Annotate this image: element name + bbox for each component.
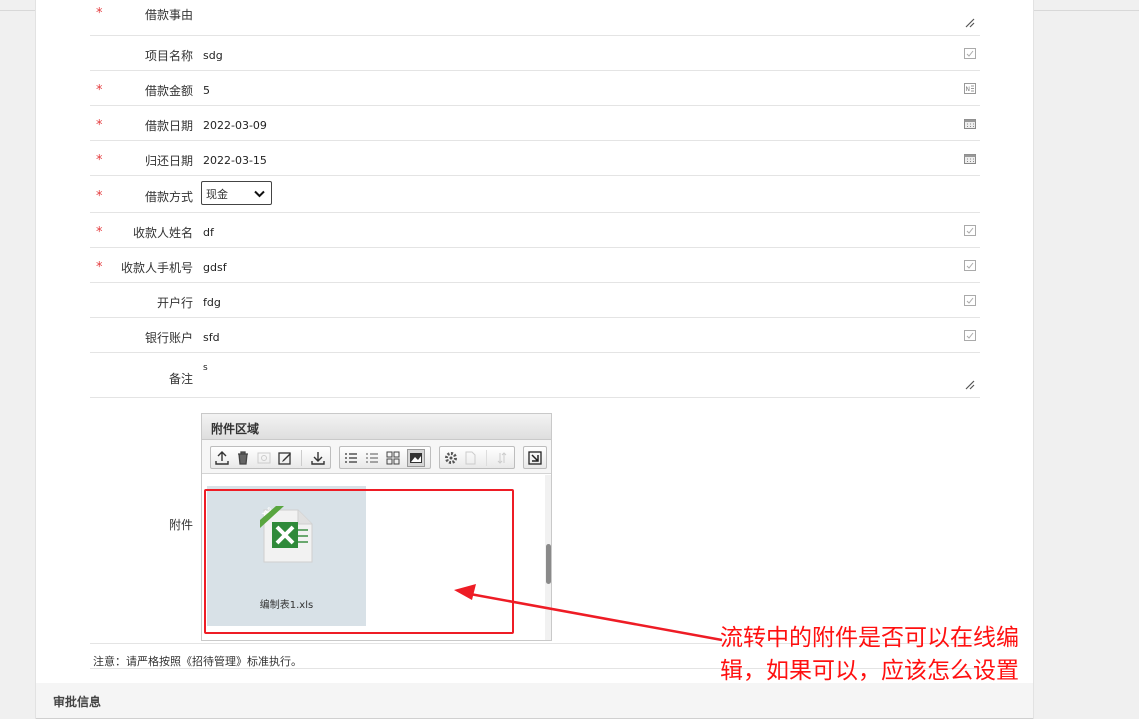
attachment-panel-title: 附件区域 bbox=[202, 414, 551, 440]
label-loan-reason: 借款事由 bbox=[144, 8, 193, 22]
toolbar-group-view bbox=[339, 446, 431, 469]
label-attachments: 附件 bbox=[169, 518, 194, 532]
download-icon[interactable] bbox=[310, 450, 326, 466]
label-payee-phone: 收款人手机号 bbox=[120, 261, 193, 275]
copy-icon bbox=[462, 450, 478, 466]
edit-icon[interactable] bbox=[277, 450, 293, 466]
label-payee-name: 收款人姓名 bbox=[132, 226, 193, 240]
resize-handle-icon[interactable] bbox=[964, 379, 976, 390]
remark-textarea[interactable]: s bbox=[203, 363, 208, 373]
row-payee-name: * 收款人姓名 df bbox=[90, 213, 980, 248]
calendar-icon[interactable] bbox=[964, 118, 976, 129]
preview-icon bbox=[256, 450, 272, 466]
row-loan-method: * 借款方式 现金 bbox=[90, 176, 980, 213]
row-loan-reason: * 借款事由 bbox=[90, 0, 980, 36]
sort-icon bbox=[494, 450, 510, 466]
loan-method-selected: 现金 bbox=[206, 188, 228, 201]
label-bank-account: 银行账户 bbox=[144, 331, 193, 345]
toolbar-group-file bbox=[210, 446, 331, 469]
annotation-highlight-box bbox=[204, 489, 514, 634]
label-loan-amount: 借款金额 bbox=[144, 84, 193, 98]
project-name-input[interactable]: sdg bbox=[203, 49, 223, 62]
section-approval-info[interactable]: 审批信息 bbox=[36, 683, 1033, 719]
row-remark: 备注 s bbox=[90, 353, 980, 398]
grid-view-icon[interactable] bbox=[385, 450, 401, 466]
loan-reason-textarea[interactable] bbox=[198, 0, 980, 35]
label-return-date: 归还日期 bbox=[144, 154, 193, 168]
svg-text:N: N bbox=[966, 86, 971, 93]
row-loan-amount: * 借款金额 5 N bbox=[90, 71, 980, 106]
bank-input[interactable]: fdg bbox=[203, 296, 221, 309]
label-bank: 开户行 bbox=[156, 296, 193, 310]
annotation-line-1: 流转中的附件是否可以在线编 bbox=[720, 625, 1019, 651]
loan-date-input[interactable]: 2022-03-09 bbox=[203, 119, 267, 132]
row-bank: 开户行 fdg bbox=[90, 283, 980, 318]
label-remark: 备注 bbox=[168, 372, 193, 386]
attachment-toolbar bbox=[202, 440, 551, 474]
row-bank-account: 银行账户 sfd bbox=[90, 318, 980, 353]
return-date-input[interactable]: 2022-03-15 bbox=[203, 154, 267, 167]
toolbar-separator bbox=[301, 450, 302, 466]
row-project-name: 项目名称 sdg bbox=[90, 36, 980, 71]
label-loan-date: 借款日期 bbox=[144, 119, 193, 133]
chevron-down-icon bbox=[254, 188, 265, 201]
collapse-icon[interactable] bbox=[527, 450, 543, 466]
thumbnail-view-icon[interactable] bbox=[407, 449, 425, 467]
edit-check-icon bbox=[964, 48, 976, 59]
resize-handle-icon[interactable] bbox=[964, 17, 976, 28]
annotation-text: 流转中的附件是否可以在线编 辑，如果可以，应该怎么设置 bbox=[720, 622, 1065, 688]
edit-check-icon bbox=[964, 225, 976, 236]
loan-method-select[interactable]: 现金 bbox=[201, 181, 272, 205]
payee-name-input[interactable]: df bbox=[203, 226, 214, 239]
number-icon: N bbox=[964, 83, 976, 94]
row-return-date: * 归还日期 2022-03-15 bbox=[90, 141, 980, 176]
edit-check-icon bbox=[964, 295, 976, 306]
detail-view-icon[interactable] bbox=[364, 450, 380, 466]
list-view-icon[interactable] bbox=[343, 450, 359, 466]
label-loan-method: 借款方式 bbox=[144, 190, 193, 204]
edit-check-icon bbox=[964, 260, 976, 271]
toolbar-group-settings bbox=[439, 446, 515, 469]
loan-amount-input[interactable]: 5 bbox=[203, 84, 210, 97]
toolbar-group-expand bbox=[523, 446, 547, 469]
upload-icon[interactable] bbox=[214, 450, 230, 466]
row-payee-phone: * 收款人手机号 gdsf bbox=[90, 248, 980, 283]
annotation-line-2: 辑，如果可以，应该怎么设置 bbox=[720, 658, 1019, 684]
label-project-name: 项目名称 bbox=[144, 49, 193, 63]
trash-icon[interactable] bbox=[235, 450, 251, 466]
toolbar-separator bbox=[486, 450, 487, 466]
gear-icon[interactable] bbox=[443, 450, 459, 466]
row-loan-date: * 借款日期 2022-03-09 bbox=[90, 106, 980, 141]
edit-check-icon bbox=[964, 330, 976, 341]
attachment-scroll-thumb[interactable] bbox=[546, 544, 551, 584]
payee-phone-input[interactable]: gdsf bbox=[203, 261, 227, 274]
calendar-icon[interactable] bbox=[964, 153, 976, 164]
bank-account-input[interactable]: sfd bbox=[203, 331, 220, 344]
